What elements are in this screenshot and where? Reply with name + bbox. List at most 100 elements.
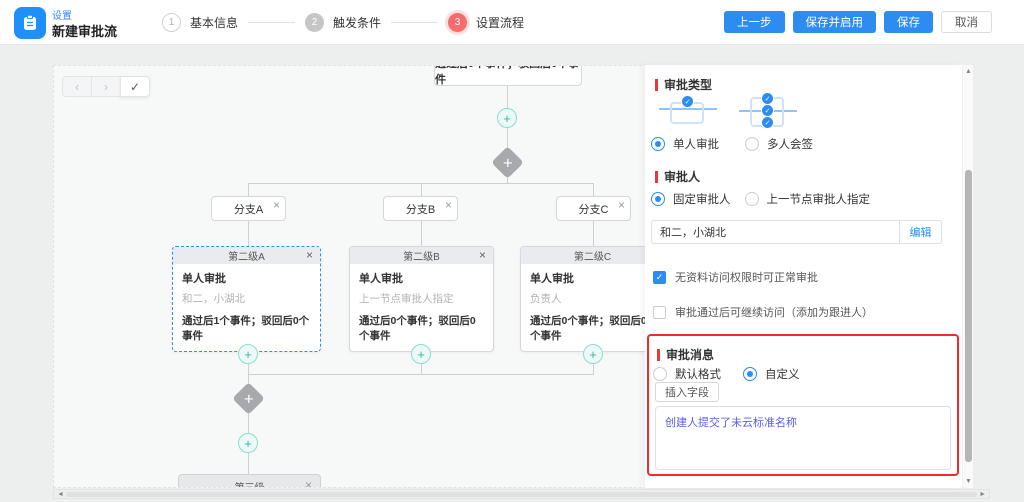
branch-node-a[interactable]: 分支A × bbox=[211, 196, 286, 221]
insert-field-button[interactable]: 插入字段 bbox=[655, 382, 719, 402]
close-icon[interactable]: × bbox=[306, 249, 313, 261]
header-actions: 上一步 保存并启用 保存 取消 bbox=[724, 11, 992, 33]
radio-label[interactable]: 固定审批人 bbox=[673, 191, 731, 207]
undo-button[interactable]: ‹ bbox=[62, 76, 92, 97]
step-2[interactable]: 2 触发条件 bbox=[305, 13, 381, 32]
add-node-button[interactable]: + bbox=[411, 344, 431, 364]
add-node-button[interactable]: + bbox=[238, 344, 258, 364]
scroll-up-icon[interactable]: ▲ bbox=[963, 68, 974, 75]
save-enable-button[interactable]: 保存并启用 bbox=[793, 11, 877, 33]
flow-line bbox=[593, 364, 594, 374]
card-events: 通过后0个事件；驳回后0个事件 bbox=[359, 313, 484, 343]
plus-icon: + bbox=[503, 154, 513, 171]
branch-label: 分支B bbox=[406, 201, 435, 217]
canvas-horizontal-scrollbar[interactable]: ◄ ► bbox=[53, 489, 990, 499]
step-2-label: 触发条件 bbox=[333, 14, 381, 31]
condition-split-node[interactable]: + bbox=[491, 146, 524, 179]
section-title-text: 审批消息 bbox=[666, 346, 714, 363]
approver-options: 固定审批人 上一节点审批人指定 bbox=[651, 191, 870, 207]
step-2-circle: 2 bbox=[305, 13, 324, 32]
third-level-node[interactable]: 第三级 × bbox=[178, 474, 321, 488]
close-icon[interactable]: × bbox=[618, 199, 625, 211]
add-node-button[interactable]: + bbox=[497, 108, 517, 128]
section-title-text: 审批人 bbox=[664, 168, 700, 185]
chevron-left-icon: ‹ bbox=[75, 80, 79, 94]
add-node-button[interactable]: + bbox=[238, 433, 258, 453]
clipboard-icon bbox=[21, 14, 39, 32]
save-button[interactable]: 保存 bbox=[884, 11, 933, 33]
validate-button[interactable]: ✓ bbox=[120, 76, 150, 97]
chevron-right-icon: › bbox=[104, 80, 108, 94]
card-body: 单人审批 负责人 通过后0个事件；驳回后0个事件 bbox=[521, 264, 664, 351]
radio-default-format[interactable] bbox=[653, 367, 667, 381]
branch-node-b[interactable]: 分支B × bbox=[383, 196, 458, 221]
cancel-button[interactable]: 取消 bbox=[941, 11, 992, 33]
radio-label[interactable]: 默认格式 bbox=[675, 366, 721, 382]
add-node-button[interactable]: + bbox=[583, 344, 603, 364]
node-label: 第三级 bbox=[235, 479, 265, 489]
canvas-toolbar: ‹ › ✓ bbox=[62, 76, 150, 97]
prev-step-button[interactable]: 上一步 bbox=[724, 11, 785, 33]
radio-label[interactable]: 自定义 bbox=[765, 366, 800, 382]
approver-input[interactable]: 和二，小湖北 编辑 bbox=[651, 220, 942, 244]
radio-multi-approval[interactable] bbox=[745, 137, 759, 151]
card-events: 通过后1个事件；驳回后0个事件 bbox=[182, 313, 311, 343]
checkbox-label[interactable]: 无资料访问权限时可正常审批 bbox=[675, 269, 818, 285]
condition-merge-node[interactable]: + bbox=[232, 382, 265, 415]
checkbox-label[interactable]: 审批通过后可继续访问（添加为跟进人） bbox=[675, 304, 873, 320]
radio-fixed-approver[interactable] bbox=[651, 192, 665, 206]
step-3[interactable]: 3 设置流程 bbox=[448, 13, 524, 32]
step-1-circle: 1 bbox=[162, 13, 181, 32]
panel-vertical-scrollbar[interactable]: ▲ ▼ bbox=[962, 65, 973, 488]
radio-label[interactable]: 单人审批 bbox=[673, 136, 719, 152]
app-label: 设置 bbox=[52, 7, 72, 22]
redo-button[interactable]: › bbox=[91, 76, 121, 97]
card-body: 单人审批 和二，小湖北 通过后1个事件；驳回后0个事件 bbox=[173, 264, 320, 351]
flow-line bbox=[248, 374, 594, 375]
edit-approver-button[interactable]: 编辑 bbox=[899, 221, 941, 243]
approval-card-c[interactable]: 第二级C 单人审批 负责人 通过后0个事件；驳回后0个事件 bbox=[520, 246, 665, 352]
scroll-right-icon[interactable]: ► bbox=[979, 490, 986, 499]
flow-line bbox=[248, 411, 249, 433]
radio-label[interactable]: 多人会签 bbox=[767, 136, 813, 152]
close-icon[interactable]: × bbox=[273, 199, 280, 211]
check-icon: ✓ bbox=[130, 80, 140, 94]
checkbox-no-permission[interactable]: ✓ bbox=[653, 271, 666, 284]
approval-type-icons: ✓ ✓ ✓ ✓ bbox=[659, 93, 797, 131]
approval-card-b[interactable]: 第二级B × 单人审批 上一节点审批人指定 通过后0个事件；驳回后0个事件 bbox=[349, 246, 494, 352]
card-title: 第二级C bbox=[574, 248, 611, 263]
card-title: 第二级B bbox=[403, 248, 440, 263]
root-event-node[interactable]: 通过后0个事件；驳回后0个事件 bbox=[434, 65, 582, 86]
multi-approval-icon: ✓ ✓ ✓ bbox=[739, 93, 797, 131]
card-type: 单人审批 bbox=[182, 270, 311, 286]
radio-custom-format[interactable] bbox=[743, 367, 757, 381]
card-approver: 上一节点审批人指定 bbox=[359, 291, 484, 306]
message-textarea[interactable]: 创建人提交了未云标准名称 bbox=[655, 406, 951, 470]
branch-label: 分支A bbox=[234, 201, 263, 217]
card-approver: 负责人 bbox=[530, 291, 655, 306]
branch-node-c[interactable]: 分支C × bbox=[556, 196, 631, 221]
approval-card-a[interactable]: 第二级A × 单人审批 和二，小湖北 通过后1个事件；驳回后0个事件 bbox=[172, 246, 321, 352]
close-icon[interactable]: × bbox=[445, 199, 452, 211]
card-header: 第二级C bbox=[521, 247, 664, 264]
app-logo bbox=[14, 7, 46, 39]
checkbox-continue-access[interactable] bbox=[653, 306, 666, 319]
radio-single-approval[interactable] bbox=[651, 137, 665, 151]
scroll-left-icon[interactable]: ◄ bbox=[57, 490, 64, 499]
flow-line bbox=[421, 183, 422, 196]
section-title-text: 审批类型 bbox=[664, 76, 712, 93]
approver-value: 和二，小湖北 bbox=[652, 224, 899, 240]
scroll-down-icon[interactable]: ▼ bbox=[963, 478, 974, 485]
step-indicator: 1 基本信息 2 触发条件 3 设置流程 bbox=[162, 0, 524, 45]
scrollbar-thumb[interactable] bbox=[66, 492, 977, 497]
radio-prev-node-approver[interactable] bbox=[745, 192, 759, 206]
step-1-label: 基本信息 bbox=[190, 14, 238, 31]
plus-icon: + bbox=[244, 437, 252, 450]
close-icon[interactable]: × bbox=[305, 479, 312, 488]
step-1[interactable]: 1 基本信息 bbox=[162, 13, 238, 32]
radio-label[interactable]: 上一节点审批人指定 bbox=[767, 191, 871, 207]
close-icon[interactable]: × bbox=[479, 249, 486, 261]
scrollbar-thumb[interactable] bbox=[965, 170, 972, 462]
continue-access-check-row: 审批通过后可继续访问（添加为跟进人） bbox=[653, 304, 873, 320]
page-title: 新建审批流 bbox=[52, 21, 117, 40]
